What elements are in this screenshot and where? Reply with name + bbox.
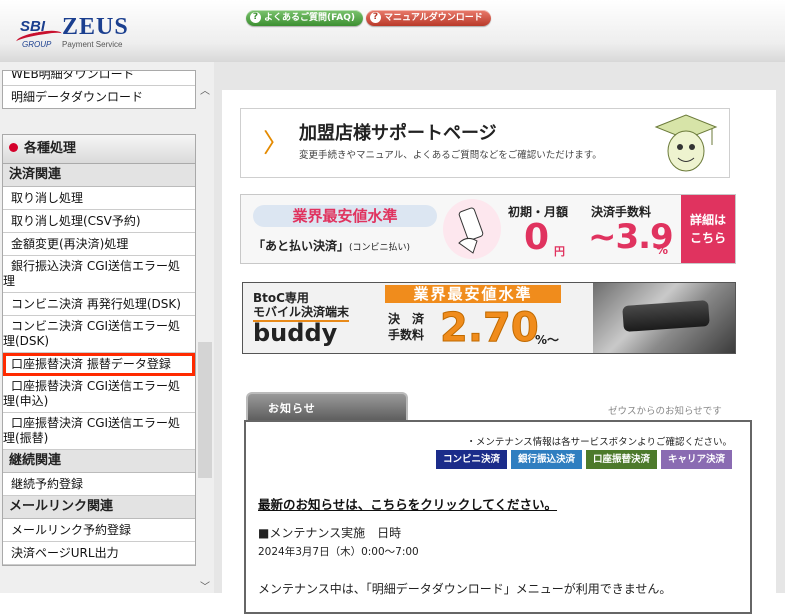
manual-download-button[interactable]: ? マニュアルダウンロード (366, 10, 491, 26)
manual-button-label: マニュアルダウンロード (384, 13, 483, 23)
logo-sbi: SBI (20, 18, 46, 35)
category-continuous: 継続関連 (3, 450, 195, 473)
atobarai-sub-small: (コンビニ払い) (349, 243, 411, 253)
news-tab[interactable]: お知らせ (246, 392, 408, 422)
sidebar-item-web-statement[interactable]: WEB明細ダウンロード (3, 71, 195, 86)
atobarai-sub-label: 「あと払い決済」 (253, 239, 350, 253)
red-dot-icon (9, 143, 18, 152)
chevron-right-icon: 〉 (263, 129, 290, 159)
content-panel: 〉 加盟店様サポートページ 変更手続きやマニュアル、よくあるご質問などをご確認い… (222, 90, 776, 614)
support-page-banner[interactable]: 〉 加盟店様サポートページ 変更手続きやマニュアル、よくあるご質問などをご確認い… (240, 108, 730, 178)
top-menu-box: WEB明細ダウンロード 明細データダウンロード (2, 70, 196, 109)
header: SBI ZEUS GROUP Payment Service ? よくあるご質問… (0, 0, 785, 63)
support-subtitle: 変更手続きやマニュアル、よくあるご質問などをご確認いただけます。 (299, 150, 602, 161)
payment-terminal-image (593, 283, 735, 353)
section-title-label: 各種処理 (24, 141, 77, 156)
account-transfer-button[interactable]: 口座振替決済 (585, 450, 657, 469)
scroll-up-icon[interactable]: ︿ (200, 82, 210, 97)
news-from-label: ゼウスからのお知らせです (608, 406, 722, 417)
sidebar-item-cancel-csv[interactable]: 取り消し処理(CSV予約) (3, 210, 195, 233)
sidebar-item-account-cgi-error-apply[interactable]: 口座振替決済 CGI送信エラー処 理(申込) (3, 376, 195, 413)
details-button[interactable]: 詳細は こちら (681, 195, 735, 263)
maintenance-title: ■メンテナンス実施 日時 (258, 526, 402, 540)
logo-group: GROUP (22, 40, 52, 49)
category-mail-link: メールリンク関連 (3, 496, 195, 519)
atobarai-tag: 業界最安値水準 (253, 205, 437, 227)
question-icon: ? (250, 12, 261, 23)
service-buttons: コンビニ決済 銀行振込決済 口座振替決済 キャリア決済 (435, 450, 732, 469)
item-label-cont: 理(振替) (3, 431, 49, 445)
sidebar-item-mail-link-reservation[interactable]: メールリンク予約登録 (3, 519, 195, 542)
item-label-cont: 理(DSK) (3, 334, 50, 348)
processing-menu-box: 各種処理 決済関連 取り消し処理 取り消し処理(CSV予約) 金額変更(再決済)… (2, 134, 196, 566)
sidebar-item-account-transfer-data[interactable]: 口座振替決済 振替データ登録 (3, 353, 195, 376)
atobarai-banner[interactable]: 業界最安値水準 「あと払い決済」(コンビニ払い) 初期・月額 決済手数料 0 円… (240, 194, 736, 264)
maintenance-body: メンテナンス中は、「明細データダウンロード」メニューが利用できません。 (258, 582, 672, 596)
item-label: コンビニ決済 CGI送信エラー処 (11, 319, 181, 333)
fee-label-1: 決 済 (388, 312, 425, 326)
sidebar-item-payment-url[interactable]: 決済ページURL出力 (3, 542, 195, 565)
phone-hand-icon (443, 199, 501, 259)
sidebar-item-cancel[interactable]: 取り消し処理 (3, 187, 195, 210)
news-tab-label: お知らせ (268, 402, 316, 415)
sidebar-item-continuous-reservation[interactable]: 継続予約登録 (3, 473, 195, 496)
fee-label-2: 手数料 (388, 328, 425, 342)
news-box: ・メンテナンス情報は各サービスボタンよりご確認ください。 コンビニ決済 銀行振込… (244, 420, 752, 614)
latest-news-link[interactable]: 最新のお知らせは、こちらをクリックしてください。 (258, 494, 557, 513)
buddy-rate-value: 2.70 (440, 305, 540, 352)
fee-label: 決 済手数料 (388, 311, 436, 343)
graduate-illustration-icon (654, 114, 718, 172)
sidebar-item-account-cgi-error-transfer[interactable]: 口座振替決済 CGI送信エラー処 理(振替) (3, 413, 195, 450)
section-title-processing: 各種処理 (3, 135, 195, 164)
details-label-2: こちら (689, 231, 726, 245)
scroll-thumb[interactable] (198, 342, 212, 478)
buddy-banner[interactable]: BtoC専用 モバイル決済端末 buddy 業界最安値水準 決 済手数料 2.7… (242, 282, 736, 354)
sidebar-item-cvs-reissue[interactable]: コンビニ決済 再発行処理(DSK) (3, 293, 195, 316)
item-label-cont: 理 (3, 274, 16, 288)
item-label: 銀行振込決済 CGI送信エラー処 (11, 259, 181, 273)
buddy-tag: 業界最安値水準 (385, 285, 561, 303)
sidebar-item-amount-change[interactable]: 金額変更(再決済)処理 (3, 233, 195, 256)
main-area: 〉 加盟店様サポートページ 変更手続きやマニュアル、よくあるご質問などをご確認い… (214, 62, 785, 614)
scroll-down-icon[interactable]: ﹀ (200, 578, 210, 593)
percent-unit: % (656, 243, 669, 257)
item-label: 口座振替決済 CGI送信エラー処 (11, 379, 181, 393)
initial-fee-value: 0 (524, 217, 550, 258)
sidebar-item-cvs-cgi-error[interactable]: コンビニ決済 CGI送信エラー処 理(DSK) (3, 316, 195, 353)
sidebar-item-bank-cgi-error[interactable]: 銀行振込決済 CGI送信エラー処理 (3, 256, 195, 293)
faq-button[interactable]: ? よくあるご質問(FAQ) (246, 10, 363, 26)
carrier-payment-button[interactable]: キャリア決済 (660, 450, 732, 469)
sidebar-menu: WEB明細ダウンロード 明細データダウンロード 各種処理 決済関連 取り消し処理… (0, 62, 196, 593)
details-label-1: 詳細は (689, 213, 726, 227)
buddy-name: buddy (253, 319, 338, 347)
yen-unit: 円 (554, 245, 565, 258)
logo-payment-service: Payment Service (62, 40, 123, 49)
terminal-device-icon (622, 300, 710, 332)
bank-transfer-button[interactable]: 銀行振込決済 (510, 450, 582, 469)
category-payment: 決済関連 (3, 164, 195, 187)
question-icon: ? (370, 12, 381, 23)
cvs-payment-button[interactable]: コンビニ決済 (435, 450, 507, 469)
maintenance-note: ・メンテナンス情報は各サービスボタンよりご確認ください。 (466, 437, 732, 448)
zeus-logo[interactable]: SBI ZEUS GROUP Payment Service (14, 10, 128, 52)
sidebar-frame: WEB明細ダウンロード 明細データダウンロード 各種処理 決済関連 取り消し処理… (0, 62, 214, 593)
buddy-percent-unit: %～ (535, 333, 560, 347)
item-label: 口座振替決済 CGI送信エラー処 (11, 416, 181, 430)
faq-button-label: よくあるご質問(FAQ) (264, 13, 355, 23)
logo-zeus: ZEUS (62, 14, 129, 40)
maintenance-date: 2024年3月7日（木）0:00～7:00 (258, 546, 419, 558)
item-label-cont: 理(申込) (3, 394, 49, 408)
sidebar-scrollbar[interactable]: ︿ ﹀ (196, 62, 214, 593)
sidebar-item-statement-data[interactable]: 明細データダウンロード (3, 86, 195, 108)
atobarai-sub: 「あと払い決済」(コンビニ払い) (253, 237, 410, 254)
support-title: 加盟店様サポートページ (299, 123, 497, 144)
